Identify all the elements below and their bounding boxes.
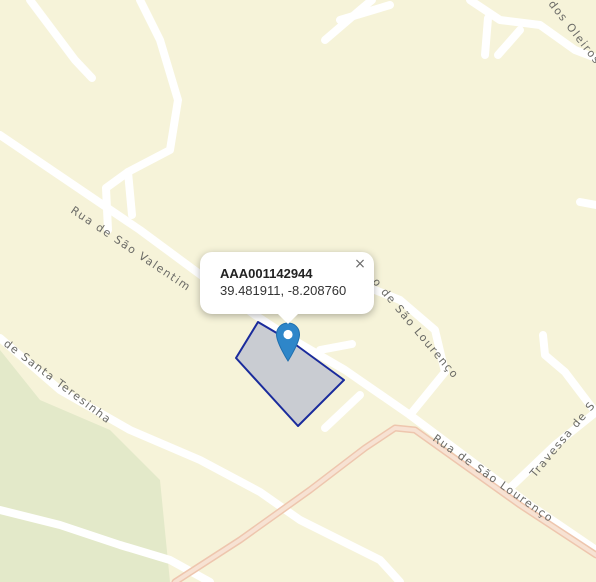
- park-area: [0, 350, 170, 582]
- road-east-stub: [576, 198, 596, 209]
- road-spur-2: [321, 391, 364, 432]
- map-pin-icon[interactable]: [275, 322, 301, 362]
- info-popup: AAA001142944 39.481911, -8.208760 ×: [200, 252, 374, 324]
- popup-title: AAA001142944: [220, 266, 313, 281]
- map-view[interactable]: Rua de São Valentim o de São Lourenço de…: [0, 0, 596, 582]
- road-spur-1: [316, 340, 356, 354]
- road-north-loop: [102, 0, 182, 234]
- street-label-travessa: Travessa de S: [527, 399, 596, 481]
- close-icon[interactable]: ×: [352, 256, 368, 272]
- street-label-sao-lourenco-north: o de São Lourenço: [370, 276, 462, 382]
- popup-tip: [278, 314, 298, 324]
- road-ne-5: [494, 26, 524, 59]
- road-north-branch: [124, 168, 136, 219]
- road-nw-curve: [26, 0, 96, 82]
- popup-coordinates: 39.481911, -8.208760: [220, 283, 347, 298]
- road-ne-4: [481, 14, 492, 59]
